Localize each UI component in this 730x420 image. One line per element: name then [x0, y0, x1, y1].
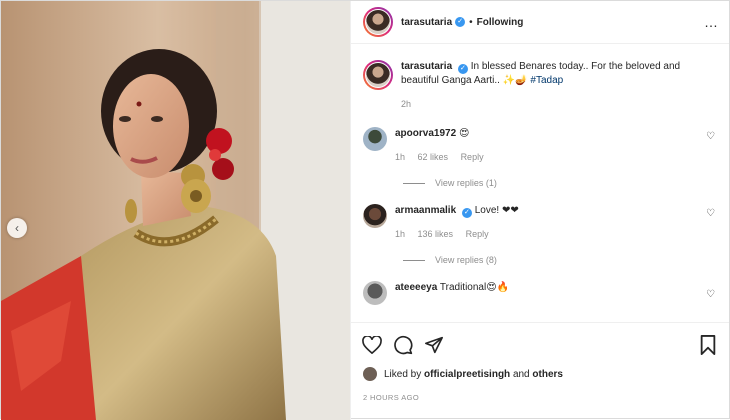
heart-outline-icon[interactable]: ♡ — [706, 131, 715, 142]
post-header: tarasutaria ✓ • Following … — [351, 1, 729, 44]
following-button[interactable]: Following — [477, 17, 524, 28]
heart-outline-icon[interactable]: ♡ — [706, 289, 715, 300]
comment-username[interactable]: apoorva1972 — [395, 128, 456, 139]
author-username[interactable]: tarasutaria — [401, 17, 452, 28]
likes-prefix: Liked by — [384, 368, 422, 380]
comment-likes-count[interactable]: 136 likes — [418, 229, 454, 239]
caption-body: tarasutaria ✓ In blessed Benares today..… — [401, 60, 717, 111]
view-replies-button[interactable]: View replies (8) — [403, 255, 717, 265]
comment-age: 1h — [395, 152, 406, 162]
comment-text: Traditional😍🔥 — [439, 282, 510, 293]
commenter-avatar[interactable] — [363, 281, 387, 305]
separator-dot: • — [469, 16, 473, 28]
post-details-panel: tarasutaria ✓ • Following … tarasutaria … — [350, 1, 729, 420]
replies-divider — [403, 259, 425, 261]
share-button[interactable] — [423, 334, 445, 356]
post-photo[interactable]: ‹ — [1, 1, 350, 420]
chevron-left-icon: ‹ — [15, 221, 19, 235]
comment-meta: 1h 62 likes Reply — [395, 150, 494, 164]
comment-meta: 1h 136 likes Reply — [395, 227, 519, 241]
heart-outline-icon[interactable]: ♡ — [706, 208, 715, 219]
post-caption: tarasutaria ✓ In blessed Benares today..… — [363, 60, 717, 111]
verified-badge-icon: ✓ — [457, 64, 468, 74]
verified-badge-icon: ✓ — [455, 17, 466, 27]
comment-body: apoorva1972 😍 1h 62 likes Reply — [395, 127, 494, 164]
comment-button[interactable] — [392, 334, 414, 356]
comment-username[interactable]: armaanmalik — [395, 205, 456, 216]
commenter-avatar[interactable] — [363, 127, 387, 151]
caption-username[interactable]: tarasutaria — [401, 61, 452, 72]
comment-item: apoorva1972 😍 1h 62 likes Reply ♡ — [363, 127, 717, 164]
instagram-post: ‹ tarasutaria ✓ • Following … tarasutari… — [0, 0, 730, 420]
comment-item: armaanmalik ✓ Love! ❤❤ 1h 136 likes Repl… — [363, 204, 717, 241]
action-bar — [351, 322, 729, 366]
reply-button[interactable]: Reply — [466, 229, 489, 239]
comment-age: 1h — [395, 229, 406, 239]
comment-bubble-icon — [394, 335, 413, 354]
view-replies-label: View replies (8) — [435, 255, 497, 265]
more-options-icon[interactable]: … — [704, 14, 719, 30]
like-button[interactable] — [361, 334, 383, 356]
comment-body: armaanmalik ✓ Love! ❤❤ 1h 136 likes Repl… — [395, 204, 519, 241]
comment-username[interactable]: ateeeeya — [395, 282, 437, 293]
photo-illustration — [1, 1, 350, 420]
liker-username[interactable]: officialpreetisingh — [424, 369, 510, 380]
bookmark-icon — [700, 334, 716, 355]
author-avatar[interactable] — [363, 7, 393, 37]
avatar-image — [366, 10, 390, 34]
view-replies-label: View replies (1) — [435, 178, 497, 188]
previous-image-button[interactable]: ‹ — [7, 218, 27, 238]
replies-divider — [403, 182, 425, 184]
comment-text: Love! ❤❤ — [474, 205, 519, 216]
caption-meta: 2h — [401, 97, 717, 111]
comments-section[interactable]: tarasutaria ✓ In blessed Benares today..… — [351, 44, 729, 322]
likes-connector: and — [512, 368, 530, 380]
comment-text: 😍 — [458, 128, 470, 139]
heart-icon — [362, 335, 382, 354]
hashtag-link[interactable]: #Tadap — [530, 75, 563, 86]
liker-avatar[interactable] — [363, 367, 377, 381]
post-timestamp[interactable]: 2 HOURS AGO — [363, 393, 419, 402]
save-button[interactable] — [697, 334, 719, 356]
caption-avatar[interactable] — [363, 60, 393, 90]
caption-age: 2h — [401, 99, 412, 109]
comment-body: ateeeeya Traditional😍🔥 — [395, 281, 509, 305]
commenter-avatar[interactable] — [363, 204, 387, 228]
likes-summary: Liked by officialpreetisingh and others — [363, 367, 563, 381]
verified-badge-icon: ✓ — [461, 208, 472, 218]
comment-item: ateeeeya Traditional😍🔥 ♡ — [363, 281, 717, 305]
view-replies-button[interactable]: View replies (1) — [403, 178, 717, 188]
reply-button[interactable]: Reply — [461, 152, 484, 162]
avatar-image — [366, 63, 390, 87]
likes-others-link[interactable]: others — [532, 369, 563, 380]
comment-likes-count[interactable]: 62 likes — [418, 152, 449, 162]
paper-plane-icon — [425, 336, 443, 353]
